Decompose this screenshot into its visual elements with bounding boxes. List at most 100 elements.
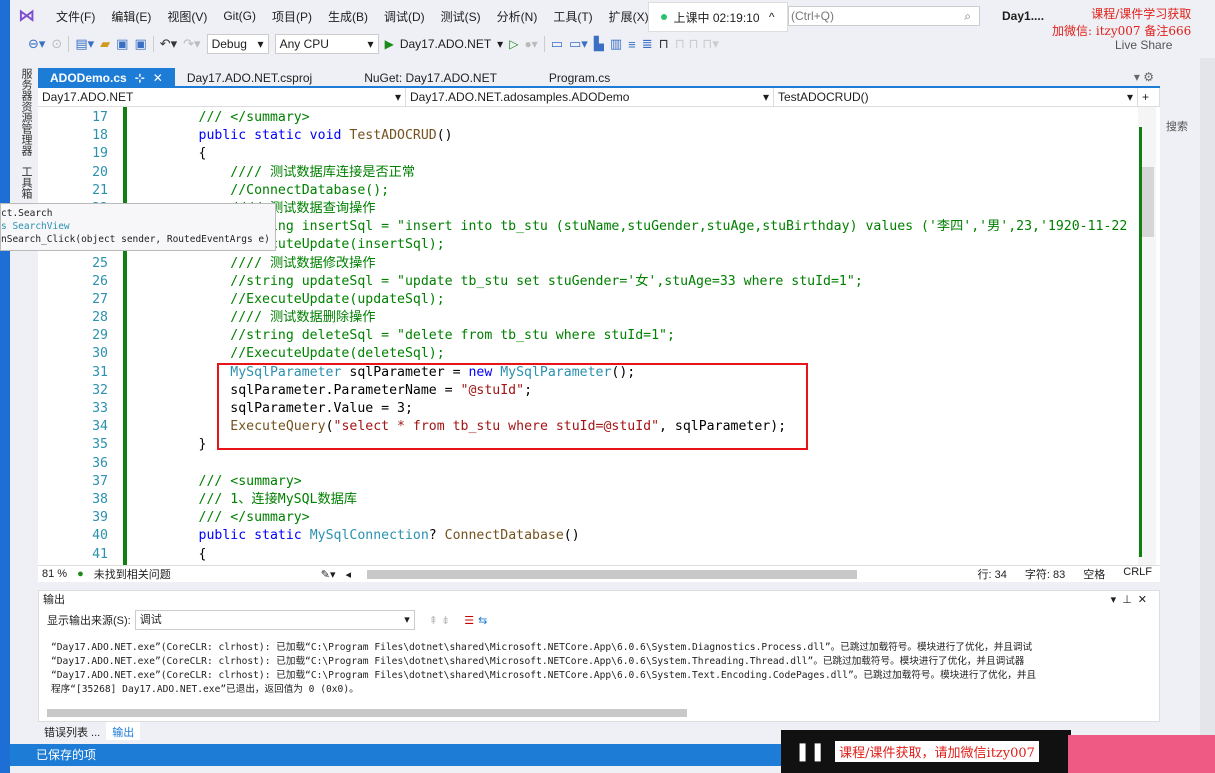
configuration-dropdown[interactable]: Debug ▾ [206, 34, 269, 54]
tab-adodemo-cs[interactable]: ADODemo.cs ⊹ ✕ [38, 68, 175, 88]
code-line[interactable]: 18 public static void TestADOCRUD() [38, 127, 1138, 145]
code-token: //ConnectDatabase(); [230, 182, 390, 198]
bookmark-prev-icon[interactable]: ⊓ ⊓ ⊓▾ [675, 36, 719, 52]
word-wrap-icon[interactable]: ⇆ [478, 614, 487, 627]
save-all-icon[interactable]: ▣ [134, 36, 146, 52]
tab-error-list[interactable]: 错误列表 ... [38, 722, 106, 740]
hot-reload-icon[interactable]: ●▾ [524, 37, 537, 51]
code-line[interactable]: 38 /// 1、连接MySQL数据库 [38, 491, 1138, 509]
window-layout-icon[interactable]: ▭▾ [569, 36, 588, 52]
split-icon[interactable]: + [1138, 88, 1160, 106]
code-line[interactable]: 27 //ExecuteUpdate(updateSql); [38, 291, 1138, 309]
search-input[interactable]: (Ctrl+Q) ⌕ [788, 6, 980, 26]
right-search-input[interactable]: 搜索 [1166, 118, 1188, 134]
code-line[interactable]: 26 //string updateSql = "update tb_stu s… [38, 273, 1138, 291]
issues-status[interactable]: 未找到相关问题 [94, 566, 171, 582]
chevron-down-icon: ▾ [367, 37, 374, 51]
menu-file[interactable]: 文件(F) [48, 8, 103, 25]
output-text[interactable]: “Day17.ADO.NET.exe”(CoreCLR: clrhost): 已… [39, 631, 1159, 705]
menu-git[interactable]: Git(G) [215, 9, 264, 23]
gear-icon[interactable]: ▾ ⚙ [1134, 70, 1154, 84]
pin-icon[interactable]: ⊥ [1122, 594, 1138, 606]
member-dropdown[interactable]: TestADOCRUD() ▾ [774, 88, 1138, 106]
code-line[interactable]: 30 //ExecuteUpdate(deleteSql); [38, 345, 1138, 363]
undo-icon[interactable]: ↶▾ [160, 36, 177, 52]
back-icon[interactable]: ⊖▾ [28, 36, 45, 52]
start-without-debugging-icon[interactable]: ▷ [509, 37, 518, 51]
code-text: /// </summary> [135, 109, 310, 127]
tab-nuget[interactable]: NuGet: Day17.ADO.NET [324, 68, 509, 88]
code-line[interactable]: 36 [38, 455, 1138, 473]
new-project-icon[interactable]: ▤▾ [75, 36, 94, 52]
run-target-button[interactable]: Day17.ADO.NET [400, 37, 491, 51]
diagnostic-tools-tab[interactable] [1200, 58, 1215, 738]
brush-icon[interactable]: ✎▾ [321, 568, 336, 581]
open-folder-icon[interactable]: ▰ [100, 36, 110, 52]
line-ending-indicator[interactable]: CRLF [1123, 566, 1152, 582]
pin-icon[interactable]: ⊹ [135, 68, 145, 88]
pause-icon[interactable]: ❚❚ [795, 741, 825, 762]
menu-test[interactable]: 测试(S) [433, 8, 489, 25]
column-indicator[interactable]: 字符: 83 [1025, 566, 1065, 582]
code-line[interactable]: 20 //// 测试数据库连接是否正常 [38, 164, 1138, 182]
menu-project[interactable]: 项目(P) [264, 8, 320, 25]
code-text: /// </summary> [135, 509, 310, 527]
toolbox-tab[interactable]: 工具箱 [18, 166, 34, 199]
redo-icon[interactable]: ↷▾ [183, 36, 200, 52]
close-icon[interactable]: ✕ [153, 68, 163, 88]
find-message-icon[interactable]: ⇞ ⇟ [429, 614, 451, 627]
close-icon[interactable]: ✕ [1138, 594, 1153, 606]
scroll-thumb[interactable] [1142, 167, 1154, 237]
uncomment-icon[interactable]: ≣ [642, 36, 653, 52]
platform-dropdown[interactable]: Any CPU ▾ [274, 34, 379, 54]
output-source-label: 显示输出来源(S): [47, 615, 131, 627]
code-line[interactable]: 40 public static MySqlConnection? Connec… [38, 527, 1138, 545]
code-line[interactable]: 21 //ConnectDatabase(); [38, 182, 1138, 200]
browse-icon[interactable]: ▭ [551, 36, 563, 52]
vertical-scrollbar[interactable] [1138, 107, 1156, 565]
live-share-button[interactable]: Live Share [1115, 38, 1172, 52]
tab-program-cs[interactable]: Program.cs [509, 68, 622, 88]
menu-debug[interactable]: 调试(D) [376, 8, 433, 25]
code-line[interactable]: 17 /// </summary> [38, 109, 1138, 127]
tab-output[interactable]: 输出 [106, 722, 141, 740]
select-icon[interactable]: ▙ [594, 36, 604, 52]
chevron-down-icon[interactable]: ▾ [497, 37, 503, 51]
tab-csproj[interactable]: Day17.ADO.NET.csproj [175, 68, 324, 88]
menu-view[interactable]: 视图(V) [159, 8, 215, 25]
bookmark-icon[interactable]: ⊓ [659, 36, 669, 52]
line-indicator[interactable]: 行: 34 [978, 566, 1007, 582]
menu-edit[interactable]: 编辑(E) [103, 8, 159, 25]
class-dropdown[interactable]: Day17.ADO.NET.adosamples.ADODemo ▾ [406, 88, 774, 106]
project-dropdown[interactable]: Day17.ADO.NET ▾ [38, 88, 406, 106]
dropdown-icon[interactable]: ▾ [1111, 594, 1123, 606]
start-debugging-icon[interactable]: ▶ [385, 37, 394, 51]
recording-indicator[interactable]: 上课中 02:19:10 ^ [648, 2, 788, 32]
forward-icon[interactable]: ⊙ [51, 36, 62, 52]
chevron-up-icon[interactable]: ^ [766, 10, 775, 24]
output-horizontal-scrollbar[interactable] [47, 709, 687, 717]
code-line[interactable]: 37 /// <summary> [38, 473, 1138, 491]
scroll-left-icon[interactable]: ◂ [345, 568, 351, 581]
code-line[interactable]: 28 //// 测试数据删除操作 [38, 309, 1138, 327]
code-line[interactable]: 39 /// </summary> [38, 509, 1138, 527]
code-editor[interactable]: 17 /// </summary> 18 public static void T… [38, 107, 1160, 565]
zoom-dropdown[interactable]: 81 % [42, 568, 67, 580]
format-icon[interactable]: ▥ [610, 36, 622, 52]
chevron-down-icon: ▾ [394, 90, 401, 104]
code-line[interactable]: 29 //string deleteSql = "delete from tb_… [38, 327, 1138, 345]
comment-icon[interactable]: ≡ [628, 37, 636, 52]
server-explorer-tab[interactable]: 服务器资源管理器 [18, 68, 34, 156]
menu-analyze[interactable]: 分析(N) [489, 8, 546, 25]
code-line[interactable]: 41 { [38, 546, 1138, 564]
menu-tools[interactable]: 工具(T) [545, 8, 600, 25]
code-line[interactable]: 25 //// 测试数据修改操作 [38, 255, 1138, 273]
indent-indicator[interactable]: 空格 [1083, 566, 1105, 582]
clear-all-icon[interactable]: ☰ [464, 614, 474, 627]
save-icon[interactable]: ▣ [116, 36, 128, 52]
horizontal-scrollbar[interactable] [367, 569, 858, 579]
code-line[interactable]: 19 { [38, 145, 1138, 163]
output-source-dropdown[interactable]: 调试 ▾ [134, 610, 415, 630]
menu-build[interactable]: 生成(B) [320, 8, 376, 25]
